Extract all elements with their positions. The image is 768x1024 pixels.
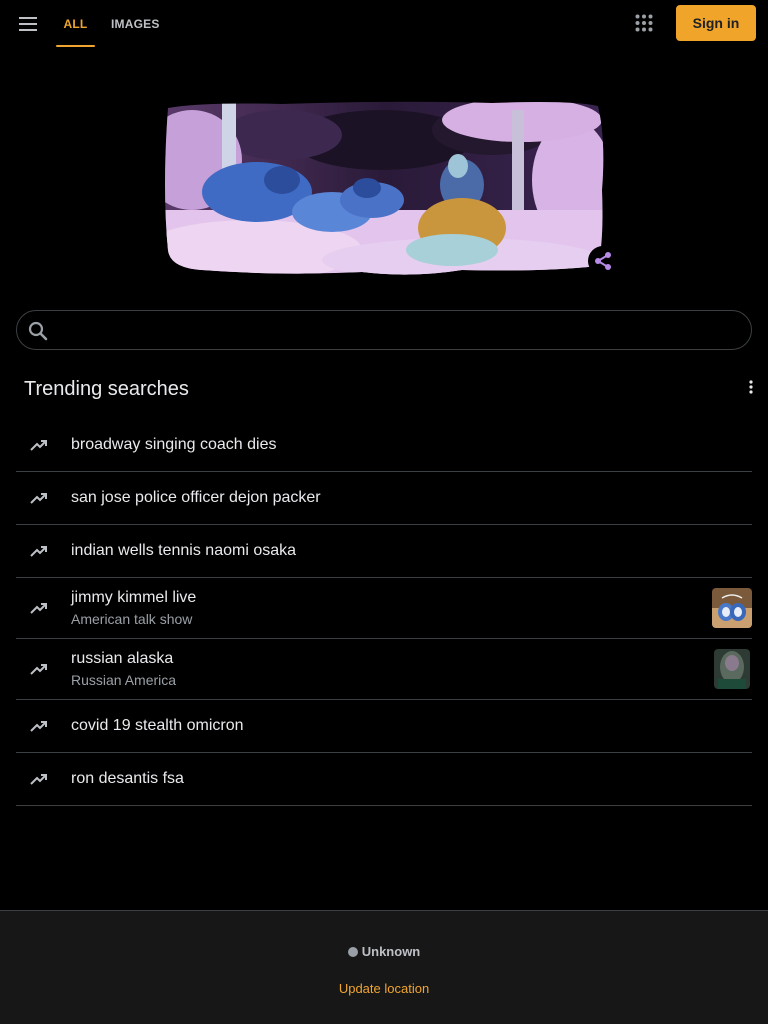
trending-list: broadway singing coach dies san jose pol… — [16, 419, 752, 806]
trending-up-icon — [30, 721, 47, 732]
trending-query: covid 19 stealth omicron — [71, 717, 244, 734]
trending-up-icon — [30, 603, 47, 614]
update-location-link[interactable]: Update location — [0, 981, 768, 996]
active-tab-indicator — [56, 45, 95, 47]
trending-query: san jose police officer dejon packer — [71, 489, 321, 506]
trending-item[interactable]: ron desantis fsa — [16, 753, 752, 806]
sign-in-button[interactable]: Sign in — [676, 5, 756, 41]
trending-query: ron desantis fsa — [71, 770, 184, 787]
location-dot-icon — [347, 946, 358, 957]
search-box[interactable] — [16, 310, 752, 350]
footer: Unknown Update location — [0, 910, 768, 1024]
tab-all-label: ALL — [63, 17, 88, 31]
trending-subtitle: American talk show — [71, 611, 193, 627]
trending-item[interactable]: russian alaska Russian America — [16, 639, 752, 700]
share-button[interactable] — [588, 246, 618, 276]
trending-thumbnail — [712, 588, 752, 628]
tab-images-label: IMAGES — [111, 17, 160, 31]
trending-item[interactable]: jimmy kimmel live American talk show — [16, 578, 752, 639]
trending-subtitle: Russian America — [71, 672, 177, 688]
search-input[interactable] — [61, 311, 741, 349]
location-name: Unknown — [361, 944, 421, 959]
apps-grid-icon — [635, 14, 653, 32]
hamburger-menu-icon — [19, 17, 37, 31]
trending-query: indian wells tennis naomi osaka — [71, 542, 297, 559]
trending-thumbnail — [714, 649, 750, 689]
trending-up-icon — [30, 440, 47, 451]
top-bar: ALL IMAGES Sign in — [0, 0, 768, 48]
share-icon — [595, 252, 611, 270]
trending-up-icon — [30, 493, 47, 504]
tab-images[interactable]: IMAGES — [111, 0, 160, 48]
trending-item[interactable]: covid 19 stealth omicron — [16, 700, 752, 753]
trending-item[interactable]: san jose police officer dejon packer — [16, 472, 752, 525]
trending-query: jimmy kimmel live — [71, 589, 197, 606]
trending-options-button[interactable] — [740, 376, 762, 398]
google-apps-button[interactable] — [626, 5, 662, 41]
tab-all[interactable]: ALL — [56, 0, 95, 48]
trending-title: Trending searches — [24, 378, 189, 400]
search-icon — [28, 321, 48, 341]
trending-query: russian alaska — [71, 650, 174, 667]
main-menu-button[interactable] — [10, 6, 46, 42]
trending-item[interactable]: indian wells tennis naomi osaka — [16, 525, 752, 578]
doodle-image[interactable] — [162, 100, 606, 278]
trending-up-icon — [30, 664, 47, 675]
trending-query: broadway singing coach dies — [71, 436, 277, 453]
more-vert-icon — [749, 380, 753, 394]
trending-up-icon — [30, 774, 47, 785]
trending-up-icon — [30, 546, 47, 557]
location-indicator: Unknown — [0, 944, 768, 959]
trending-item[interactable]: broadway singing coach dies — [16, 419, 752, 472]
